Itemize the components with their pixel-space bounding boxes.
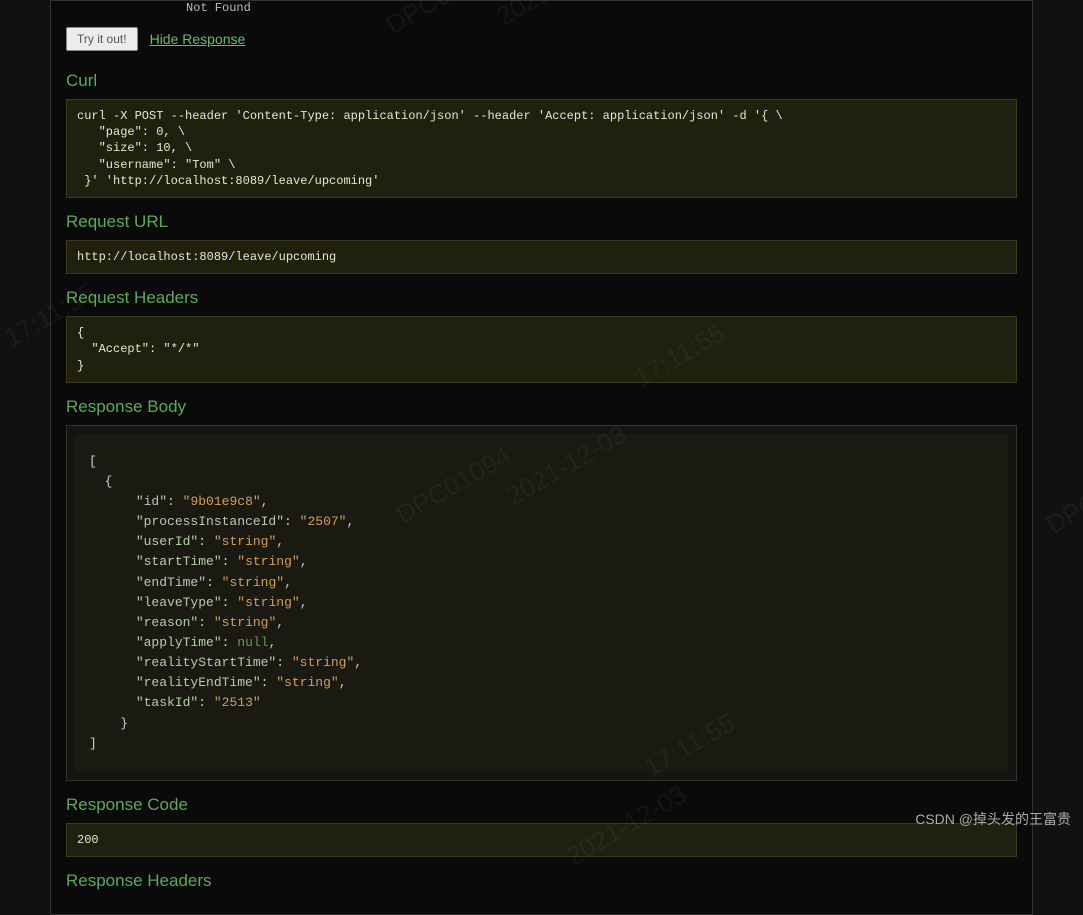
action-row: Try it out! Hide Response — [66, 17, 1017, 57]
response-headers-title: Response Headers — [66, 871, 1017, 891]
response-body-box: [ { "id": "9b01e9c8", "processInstanceId… — [66, 425, 1017, 781]
response-code-content: 200 — [66, 823, 1017, 857]
request-headers-content: { "Accept": "*/*" } — [66, 316, 1017, 383]
response-body-json: [ { "id": "9b01e9c8", "processInstanceId… — [75, 434, 1008, 772]
curl-title: Curl — [66, 71, 1017, 91]
request-url-content: http://localhost:8089/leave/upcoming — [66, 240, 1017, 274]
hide-response-link[interactable]: Hide Response — [150, 31, 246, 47]
request-url-title: Request URL — [66, 212, 1017, 232]
watermark-diag: DPC01094 — [1041, 450, 1083, 540]
response-code-title: Response Code — [66, 795, 1017, 815]
api-panel: Not Found Try it out! Hide Response Curl… — [50, 0, 1033, 915]
try-it-out-button[interactable]: Try it out! — [66, 27, 138, 51]
request-headers-title: Request Headers — [66, 288, 1017, 308]
response-body-title: Response Body — [66, 397, 1017, 417]
not-found-text: Not Found — [186, 1, 1017, 15]
curl-content: curl -X POST --header 'Content-Type: app… — [66, 99, 1017, 198]
csdn-watermark: CSDN @掉头发的王富贵 — [915, 809, 1071, 829]
